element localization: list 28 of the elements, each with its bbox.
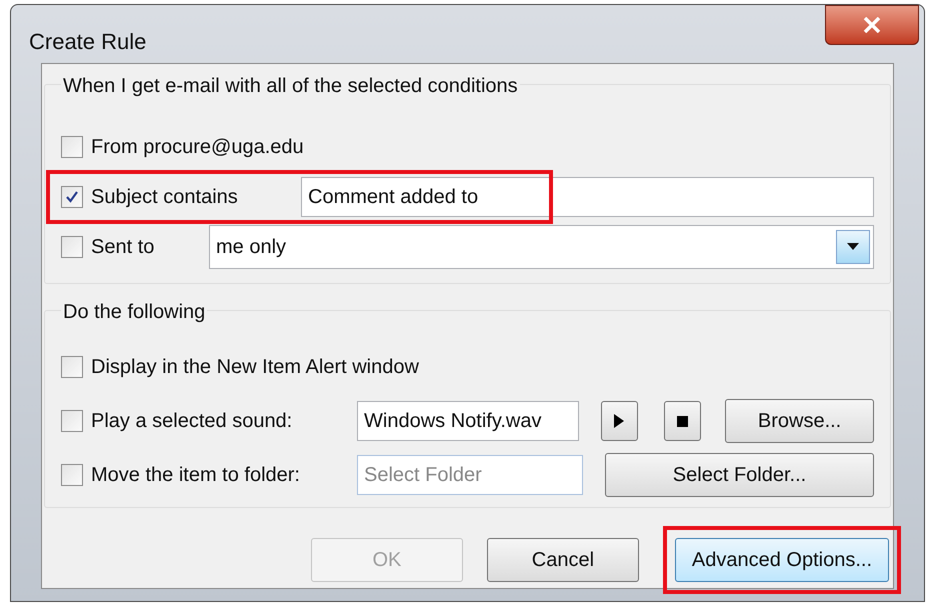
checkbox[interactable] — [61, 136, 83, 158]
select-folder-button[interactable]: Select Folder... — [605, 453, 874, 497]
browse-button[interactable]: Browse... — [725, 399, 874, 443]
checkbox[interactable] — [61, 464, 83, 486]
dialog-button[interactable]: Advanced Options... — [674, 538, 889, 582]
condition-label: Subject contains — [91, 185, 238, 210]
sound-field[interactable]: Windows Notify.wav — [357, 401, 579, 441]
subject-field[interactable]: Comment added to — [301, 177, 874, 217]
close-icon — [863, 17, 881, 33]
checkbox[interactable] — [61, 410, 83, 432]
stop-button[interactable] — [664, 401, 702, 441]
checkbox[interactable] — [61, 356, 83, 378]
condition-label: Sent to — [91, 235, 154, 260]
recipient-dropdown[interactable]: me only — [209, 225, 874, 269]
window-title: Create Rule — [29, 28, 146, 56]
checkmark-icon — [65, 190, 79, 204]
checkbox[interactable] — [61, 186, 83, 208]
action-label: Play a selected sound: — [91, 409, 292, 434]
condition-label: From procure@uga.edu — [91, 135, 304, 160]
checkbox[interactable] — [61, 236, 83, 258]
dropdown-value: me only — [216, 235, 286, 260]
play-button[interactable] — [600, 401, 638, 441]
close-button[interactable] — [825, 5, 919, 45]
stop-icon — [676, 416, 688, 426]
action-label: Display in the New Item Alert window — [91, 355, 419, 380]
action-label: Move the item to folder: — [91, 463, 300, 488]
play-icon — [614, 414, 624, 428]
dialog-button[interactable]: Cancel — [486, 538, 639, 582]
